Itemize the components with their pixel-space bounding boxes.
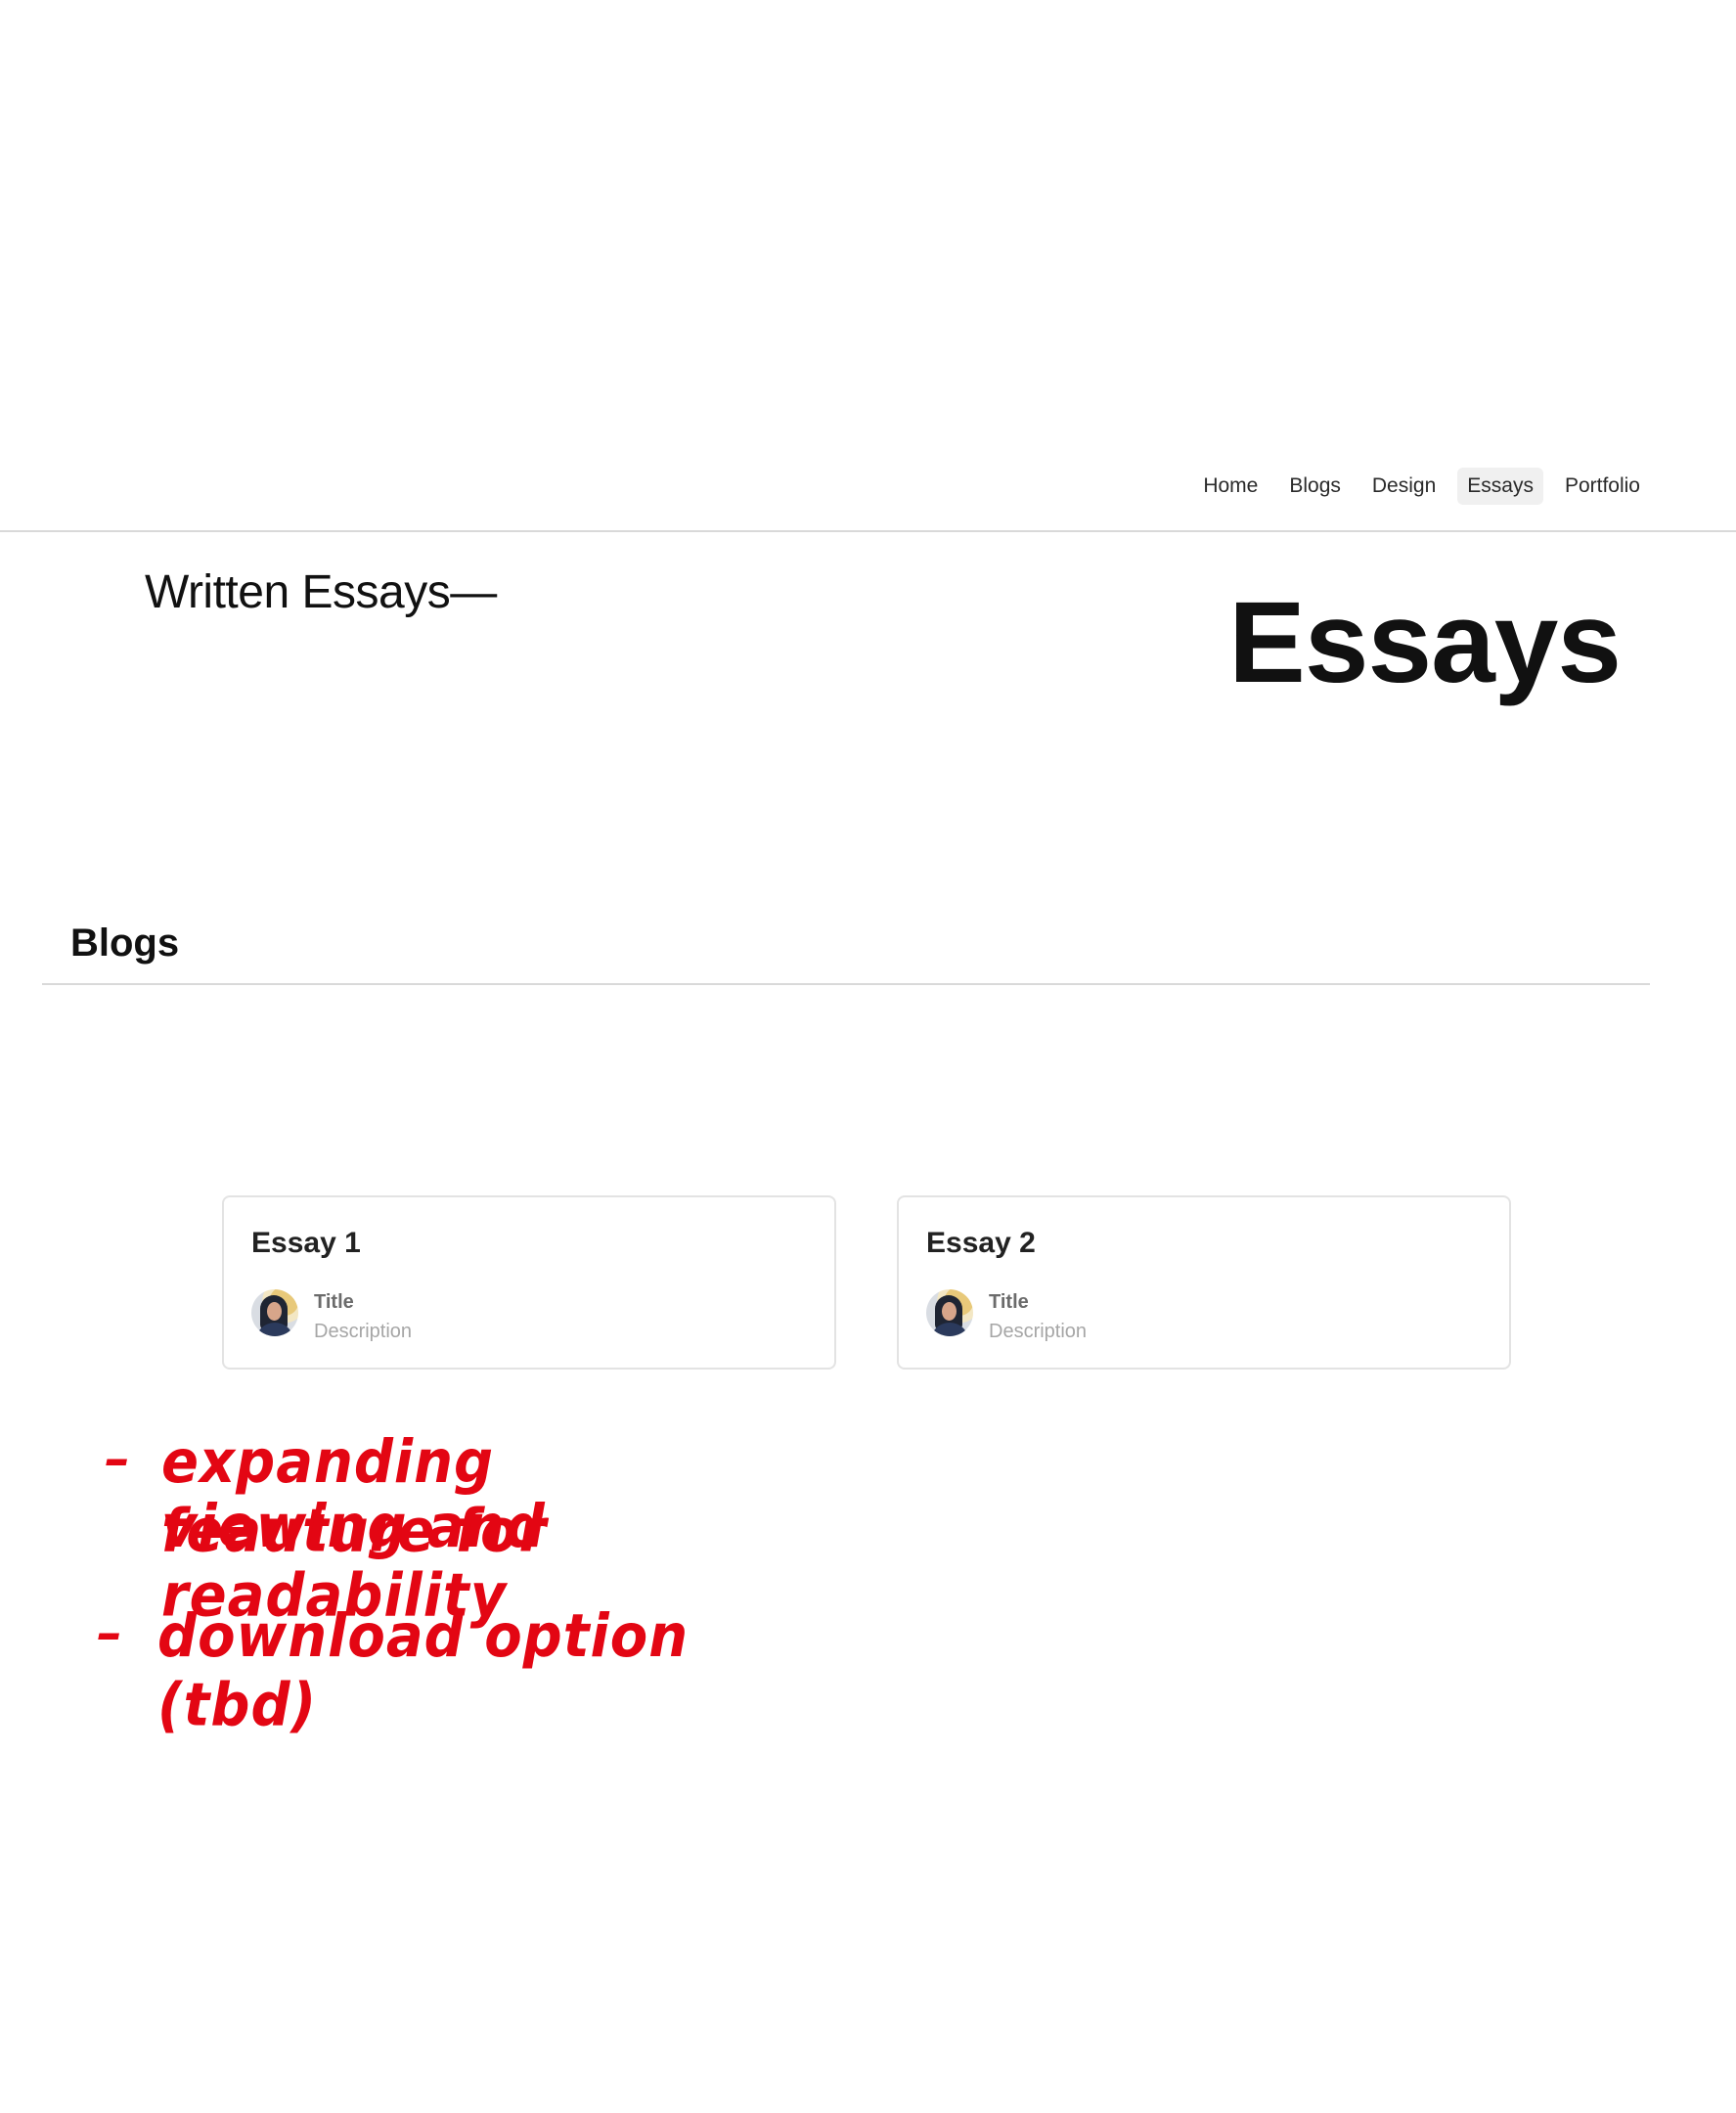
essay-card-1[interactable]: Essay 1 Title Description [222, 1195, 836, 1370]
card-title: Essay 1 [251, 1227, 361, 1259]
note-bullet: – [105, 1430, 130, 1489]
nav-essays[interactable]: Essays [1457, 468, 1543, 505]
nav-blogs[interactable]: Blogs [1279, 468, 1351, 505]
nav-divider [0, 530, 1736, 532]
card-meta-description: Description [989, 1321, 1088, 1342]
handwritten-notes: – expanding feauture for viewing and rea… [93, 1428, 778, 1739]
written-essays-label: Written Essays— [145, 566, 497, 618]
nav-design[interactable]: Design [1362, 468, 1446, 505]
card-meta-title: Title [989, 1291, 1029, 1313]
card-meta-description: Description [314, 1321, 413, 1342]
essay-card-2[interactable]: Essay 2 Title Description [897, 1195, 1511, 1370]
note-bullet: – [97, 1604, 122, 1663]
avatar [251, 1289, 298, 1336]
page-title: Essays [1228, 578, 1622, 707]
card-meta-title: Title [314, 1291, 354, 1313]
nav-portfolio[interactable]: Portfolio [1555, 468, 1650, 505]
section-title: Blogs [70, 922, 180, 965]
note-line-3: download option (tbd) [157, 1602, 690, 1740]
top-nav: Home Blogs Design Essays Portfolio [1193, 468, 1650, 505]
avatar [926, 1289, 973, 1336]
section-divider [42, 983, 1650, 985]
nav-home[interactable]: Home [1193, 468, 1268, 505]
card-title: Essay 2 [926, 1227, 1036, 1259]
